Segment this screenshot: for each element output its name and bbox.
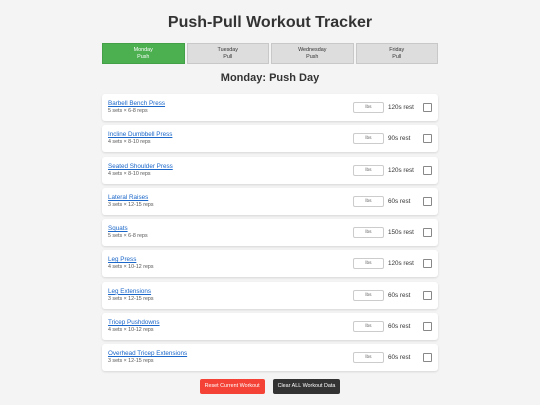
completed-checkbox[interactable] <box>423 290 432 300</box>
completed-checkbox[interactable] <box>423 103 432 112</box>
rest-time: 120s rest <box>388 260 414 268</box>
completed-checkbox[interactable] <box>423 134 432 144</box>
weight-input[interactable]: lbs <box>353 133 384 145</box>
exercise-sets: 3 sets × 12-15 reps <box>108 295 154 302</box>
exercise-row: Tricep Pushdowns 4 sets × 10-12 reps lbs… <box>102 313 438 341</box>
exercise-name-link[interactable]: Barbell Bench Press <box>108 100 353 108</box>
weight-input[interactable]: lbs <box>353 102 384 113</box>
clear-all-data-button[interactable]: Clear ALL Workout Data <box>272 379 341 394</box>
exercise-sets: 5 sets × 6-8 reps <box>108 233 148 240</box>
exercise-info: Tricep Pushdowns 4 sets × 10-12 reps <box>108 319 353 334</box>
exercise-row: Barbell Bench Press 5 sets × 6-8 reps lb… <box>102 94 438 121</box>
exercise-info: Lateral Raises 3 sets × 12-15 reps <box>108 194 353 209</box>
exercise-info: Overhead Tricep Extensions 3 sets × 12-1… <box>108 350 353 365</box>
exercise-info: Leg Extensions 3 sets × 12-15 reps <box>108 288 353 303</box>
reset-workout-button[interactable]: Reset Current Workout <box>199 379 265 394</box>
rest-time: 150s rest <box>388 229 414 237</box>
exercise-info: Leg Press 4 sets × 10-12 reps <box>108 256 353 271</box>
tab-type-label: Push <box>306 54 319 60</box>
weight-input[interactable]: lbs <box>353 227 384 239</box>
day-tabs: Monday Push Tuesday Pull Wednesday Push … <box>102 43 438 64</box>
exercise-sets: 3 sets × 12-15 reps <box>108 358 154 365</box>
exercise-row: Leg Press 4 sets × 10-12 reps lbs 120s r… <box>102 250 438 278</box>
completed-checkbox[interactable] <box>423 322 432 332</box>
action-bar: Reset Current Workout Clear ALL Workout … <box>0 379 540 394</box>
tab-type-label: Pull <box>223 54 233 60</box>
exercise-name-link[interactable]: Tricep Pushdowns <box>108 319 353 327</box>
exercise-row: Leg Extensions 3 sets × 12-15 reps lbs 6… <box>102 281 438 309</box>
exercise-name-link[interactable]: Leg Press <box>108 256 353 264</box>
exercise-sets: 4 sets × 10-12 reps <box>108 264 154 271</box>
exercise-row: Lateral Raises 3 sets × 12-15 reps lbs 6… <box>102 187 438 215</box>
completed-checkbox[interactable] <box>423 228 432 238</box>
weight-input[interactable]: lbs <box>353 321 384 333</box>
weight-input[interactable]: lbs <box>353 352 384 364</box>
exercise-info: Incline Dumbbell Press 4 sets × 8-10 rep… <box>108 131 353 146</box>
exercise-row: Squats 5 sets × 6-8 reps lbs 150s rest <box>102 219 438 247</box>
tab-day-label: Monday <box>133 47 153 53</box>
exercise-row: Seated Shoulder Press 4 sets × 8-10 reps… <box>102 156 438 184</box>
tab-day-label: Tuesday <box>217 47 238 53</box>
rest-time: 120s rest <box>388 166 414 174</box>
tab-day-label: Wednesday <box>298 47 327 53</box>
completed-checkbox[interactable] <box>423 165 432 175</box>
weight-input[interactable]: lbs <box>353 289 384 301</box>
rest-time: 60s rest <box>388 323 411 331</box>
rest-time: 60s rest <box>388 291 411 299</box>
weight-input[interactable]: lbs <box>353 195 384 207</box>
exercise-info: Barbell Bench Press 5 sets × 6-8 reps <box>108 100 353 115</box>
exercise-sets: 4 sets × 8-10 reps <box>108 139 151 146</box>
rest-time: 60s rest <box>388 197 411 205</box>
rest-time: 120s rest <box>388 104 414 111</box>
exercise-name-link[interactable]: Seated Shoulder Press <box>108 163 353 171</box>
exercise-name-link[interactable]: Overhead Tricep Extensions <box>108 350 353 358</box>
exercise-name-link[interactable]: Lateral Raises <box>108 194 353 202</box>
exercise-info: Squats 5 sets × 6-8 reps <box>108 225 353 240</box>
completed-checkbox[interactable] <box>423 353 432 363</box>
exercise-sets: 4 sets × 10-12 reps <box>108 327 154 334</box>
completed-checkbox[interactable] <box>423 259 432 269</box>
day-title: Monday: Push Day <box>220 72 320 84</box>
exercise-list: Barbell Bench Press 5 sets × 6-8 reps lb… <box>102 94 438 376</box>
completed-checkbox[interactable] <box>423 196 432 206</box>
exercise-name-link[interactable]: Squats <box>108 225 353 233</box>
exercise-row: Overhead Tricep Extensions 3 sets × 12-1… <box>102 344 438 372</box>
tab-wednesday[interactable]: Wednesday Push <box>271 43 354 64</box>
exercise-info: Seated Shoulder Press 4 sets × 8-10 reps <box>108 163 353 178</box>
weight-input[interactable]: lbs <box>353 258 384 270</box>
exercise-sets: 3 sets × 12-15 reps <box>108 201 154 208</box>
tab-tuesday[interactable]: Tuesday Pull <box>186 43 269 64</box>
exercise-row: Incline Dumbbell Press 4 sets × 8-10 rep… <box>102 125 438 153</box>
exercise-name-link[interactable]: Incline Dumbbell Press <box>108 131 353 139</box>
tab-type-label: Pull <box>392 54 402 60</box>
exercise-name-link[interactable]: Leg Extensions <box>108 288 353 296</box>
tab-monday[interactable]: Monday Push <box>102 43 185 64</box>
exercise-sets: 4 sets × 8-10 reps <box>108 170 151 177</box>
weight-input[interactable]: lbs <box>353 164 384 176</box>
tab-friday[interactable]: Friday Pull <box>355 43 438 64</box>
rest-time: 60s rest <box>388 354 411 362</box>
tab-day-label: Friday <box>389 47 405 53</box>
page-title: Push-Pull Workout Tracker <box>167 14 373 31</box>
tab-type-label: Push <box>137 54 150 60</box>
exercise-sets: 5 sets × 6-8 reps <box>108 108 148 114</box>
rest-time: 90s rest <box>388 135 411 143</box>
